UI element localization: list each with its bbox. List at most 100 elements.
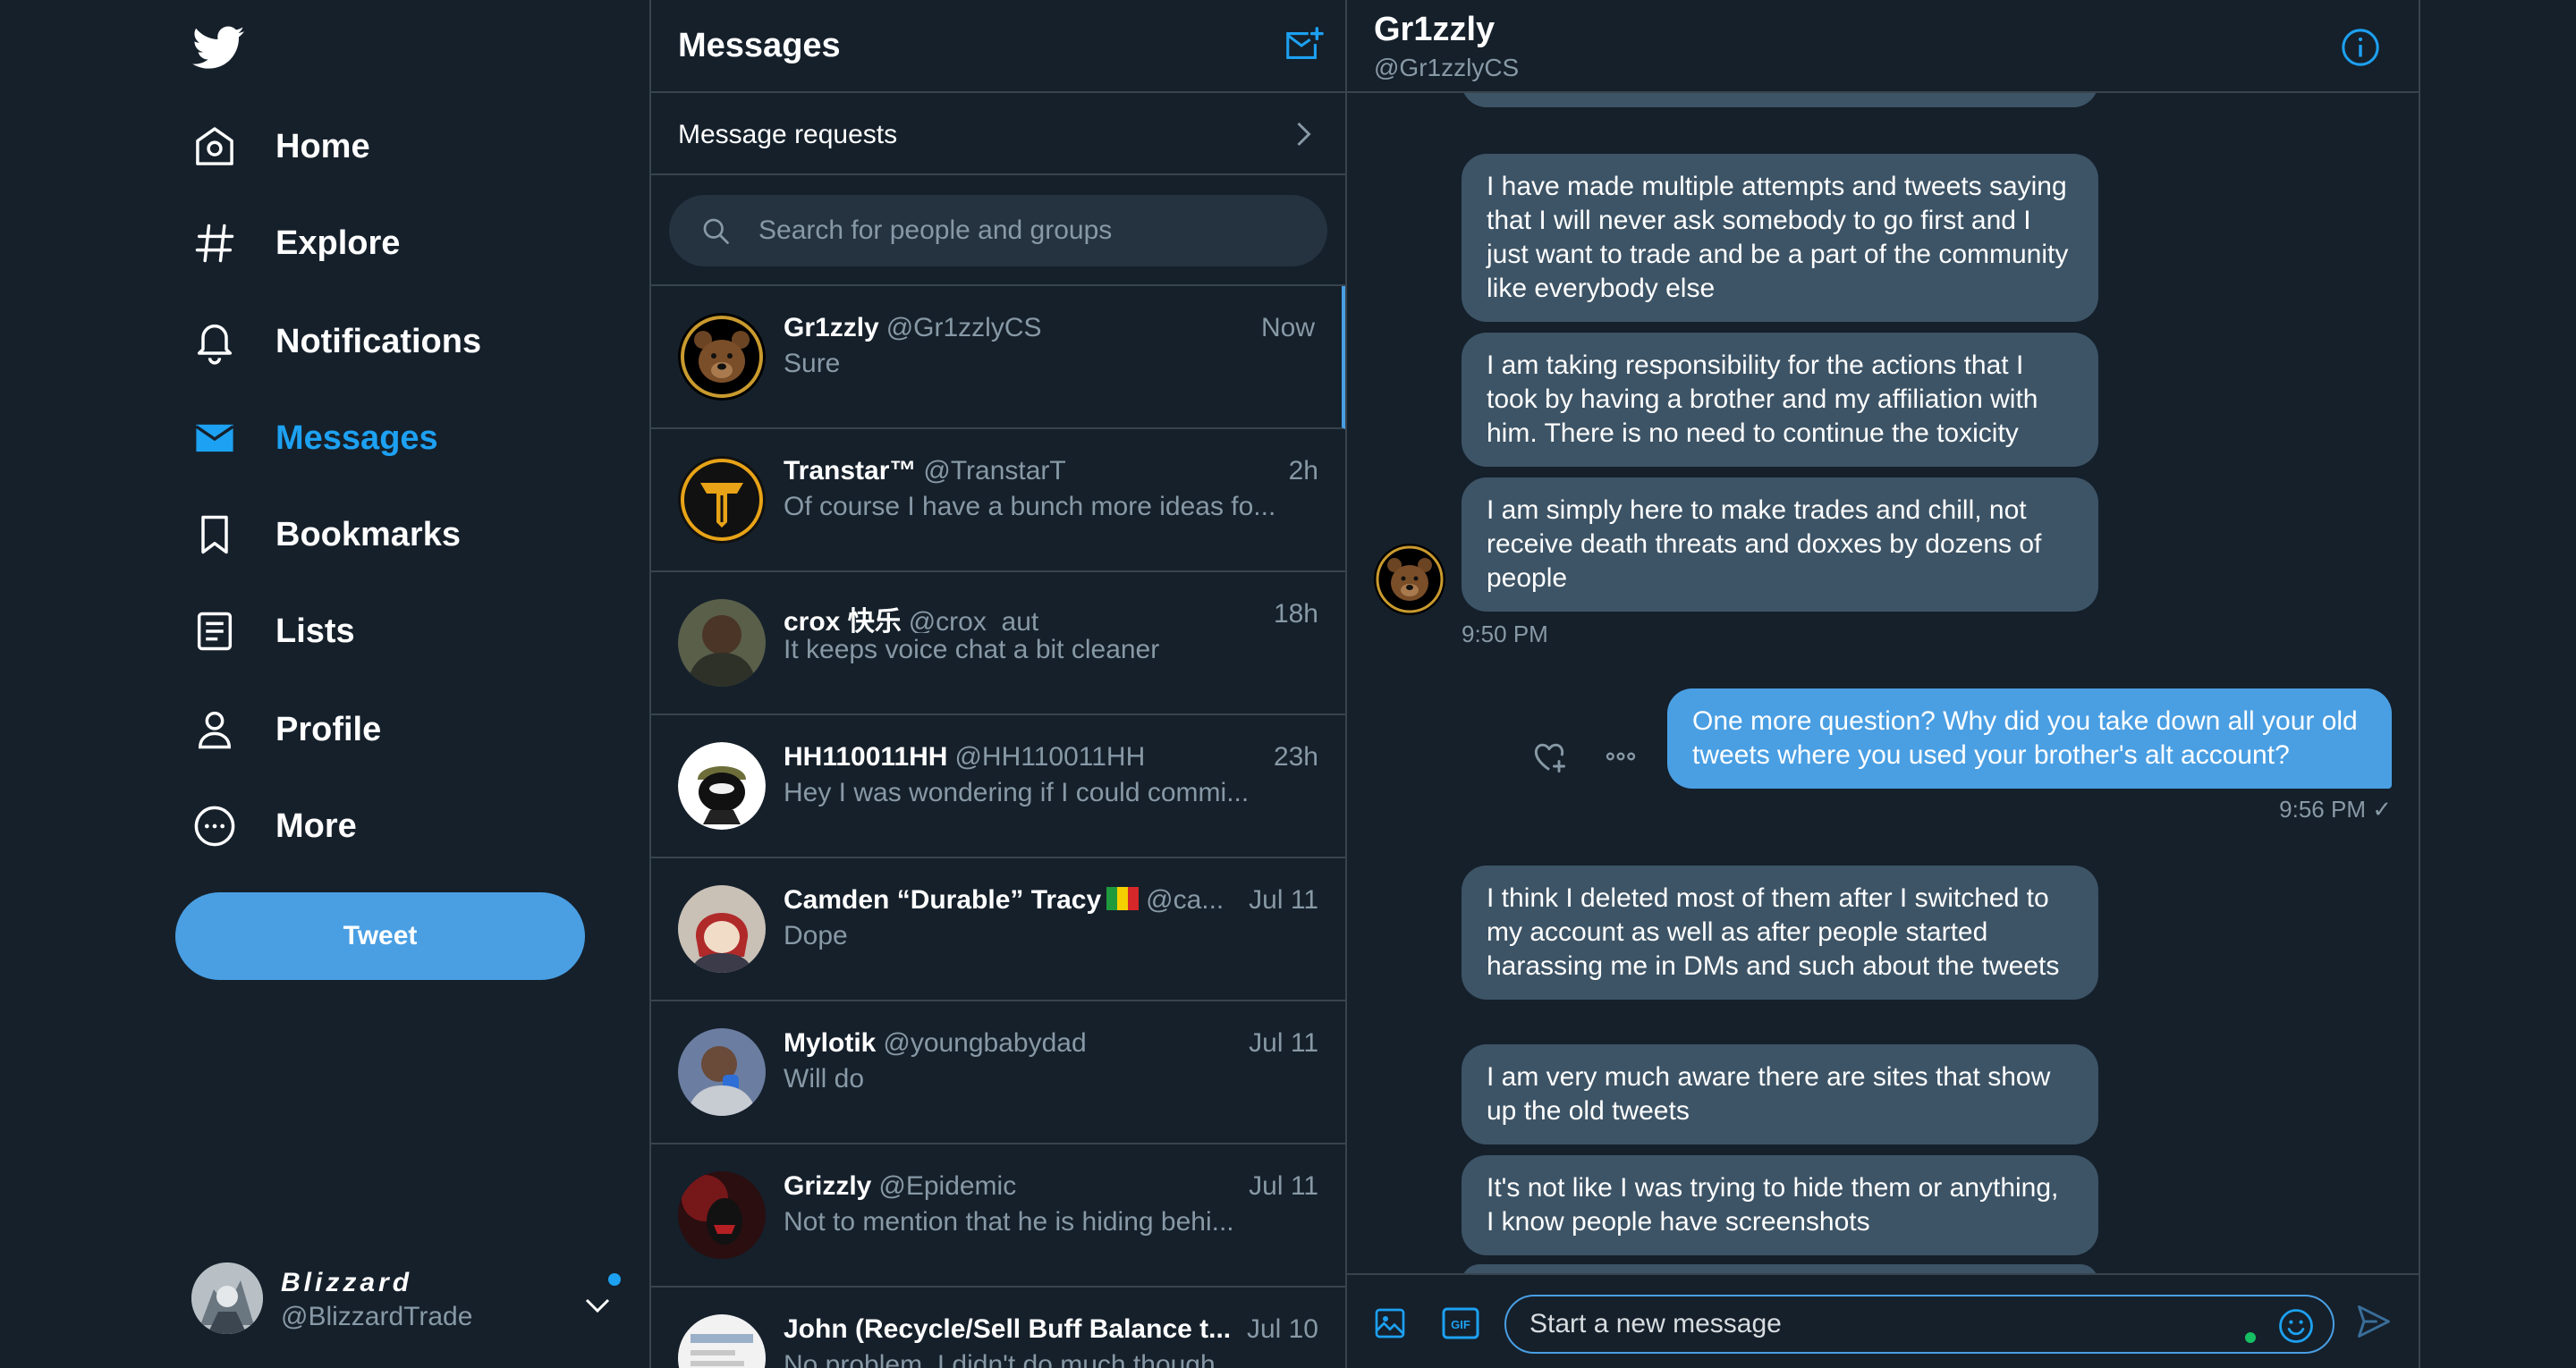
left-navigation: Home Explore Notifications Messages Book… xyxy=(0,0,649,1368)
conversation-header: Gr1zzly @Gr1zzlyCS xyxy=(1347,0,2419,93)
conversation-preview: Of course I have a bunch more ideas fo..… xyxy=(784,492,1276,521)
new-message-icon[interactable] xyxy=(1283,25,1324,66)
chevron-down-icon xyxy=(581,1289,614,1322)
chevron-right-icon xyxy=(1286,118,1318,150)
conversation-item[interactable]: John (Recycle/Sell Buff Balance t... Jul… xyxy=(651,1288,1345,1368)
conversation-time: 23h xyxy=(1273,742,1318,772)
send-icon[interactable] xyxy=(2354,1302,2394,1341)
avatar xyxy=(678,885,766,973)
conversation-handle: @ca... xyxy=(1146,885,1224,915)
avatar xyxy=(191,1262,263,1334)
message-timestamp: 9:56 PM ✓ xyxy=(2279,796,2392,823)
twitter-bird-logo-icon[interactable] xyxy=(191,21,247,73)
nav-lists[interactable]: Lists xyxy=(191,595,355,667)
conversation-handle: @youngbabydad xyxy=(883,1028,1087,1058)
person-icon xyxy=(191,706,238,753)
conversation-time: Jul 11 xyxy=(1249,1171,1318,1201)
nav-notifications-label: Notifications xyxy=(275,322,482,360)
page-margin xyxy=(2420,0,2576,1368)
nav-messages[interactable]: Messages xyxy=(191,402,438,474)
nav-profile[interactable]: Profile xyxy=(191,694,381,765)
conversation-handle: @Epidemic xyxy=(878,1171,1017,1201)
conversation-preview: Dope xyxy=(784,921,848,950)
conversation-list: Gr1zzly @Gr1zzlyCS Now Sure Transtar™ @Tra… xyxy=(651,286,1345,1368)
messages-panel: Messages Message requests Gr1zzly@Gr1zzl… xyxy=(649,0,1347,1368)
conversation-name: Mylotik xyxy=(784,1028,877,1058)
avatar[interactable] xyxy=(1374,544,1445,615)
avatar xyxy=(678,599,766,687)
page-title: Messages xyxy=(678,27,841,64)
message-bubble-outgoing[interactable]: One more question? Why did you take down… xyxy=(1667,688,2392,789)
message-requests-row[interactable]: Message requests xyxy=(651,93,1345,175)
tweet-button[interactable]: Tweet xyxy=(175,892,585,980)
more-circle-icon xyxy=(191,803,238,849)
info-icon[interactable] xyxy=(2340,27,2381,68)
message-bubble-incoming[interactable]: I think I deleted most of them after I s… xyxy=(1462,866,2098,1000)
add-reaction-heart-icon[interactable] xyxy=(1530,737,1569,776)
conversation-time: Jul 11 xyxy=(1249,885,1318,915)
conversation-item[interactable]: Mylotik @youngbabydad Jul 11 Will do xyxy=(651,1001,1345,1144)
conversation-time: 2h xyxy=(1288,456,1318,486)
hashtag-icon xyxy=(191,220,238,266)
gif-icon[interactable]: GIF xyxy=(1442,1305,1479,1341)
emoji-icon[interactable] xyxy=(2277,1307,2315,1345)
conversation-title: Transtar™ @TranstarT xyxy=(784,456,1267,490)
messages-header: Messages xyxy=(651,0,1345,93)
nav-bookmarks-label: Bookmarks xyxy=(275,515,461,553)
svg-text:GIF: GIF xyxy=(1451,1318,1470,1331)
conversation-preview: Will do xyxy=(784,1064,865,1094)
conversation-preview: Hey I was wondering if I could commi... xyxy=(784,778,1250,807)
conversation-title[interactable]: Gr1zzly xyxy=(1374,11,1495,49)
conversation-time: Now xyxy=(1260,313,1315,342)
nav-explore-label: Explore xyxy=(275,224,401,262)
conversation-item[interactable]: Transtar™ @TranstarT 2h Of course I have … xyxy=(651,429,1345,572)
conversation-title: Mylotik @youngbabydad xyxy=(784,1028,1267,1062)
conversation-time: 18h xyxy=(1273,599,1318,629)
nav-more[interactable]: More xyxy=(191,790,357,862)
conversation-item[interactable]: Grizzly @Epidemic Jul 11 Not to mention t… xyxy=(651,1144,1345,1288)
conversation-title: HH110011HH @HH110011HH xyxy=(784,742,1267,776)
conversation-handle: @HH110011HH xyxy=(954,742,1146,772)
message-bubble-incoming[interactable]: It's not like I was trying to hide them … xyxy=(1462,1155,2098,1255)
conversation-handle: @TranstarT xyxy=(923,456,1066,486)
message-bubble-incoming[interactable]: I am simply here to make trades and chil… xyxy=(1462,477,2098,612)
account-switcher[interactable]: Blizzard @BlizzardTrade xyxy=(191,1259,621,1339)
conversation-name: crox 快乐 xyxy=(784,607,902,633)
nav-notifications[interactable]: Notifications xyxy=(191,306,481,377)
avatar xyxy=(678,742,766,830)
search-area xyxy=(651,175,1345,286)
message-requests-label: Message requests xyxy=(678,120,898,149)
conversation-item[interactable]: crox 快乐 @crox_aut 18h It keeps voice chat… xyxy=(651,572,1345,715)
avatar xyxy=(678,456,766,544)
notification-dot xyxy=(608,1273,621,1286)
message-input[interactable] xyxy=(1528,1296,2207,1352)
message-bubble-incoming[interactable]: I have made multiple attempts and tweets… xyxy=(1462,154,2098,322)
more-options-icon[interactable] xyxy=(1601,739,1640,774)
conversation-preview: Sure xyxy=(784,349,841,378)
account-name: Blizzard xyxy=(281,1268,413,1297)
bell-icon xyxy=(191,318,238,365)
message-bubble-incoming[interactable]: I am very much aware there are sites tha… xyxy=(1462,1044,2098,1144)
conversation-item[interactable]: Gr1zzly @Gr1zzlyCS Now Sure xyxy=(651,286,1345,429)
bookmark-icon xyxy=(191,511,238,558)
image-icon[interactable] xyxy=(1372,1305,1408,1341)
conversation-time: Jul 11 xyxy=(1249,1028,1318,1058)
message-input-box[interactable] xyxy=(1504,1295,2334,1354)
message-timestamp: 9:50 PM xyxy=(1462,621,1548,647)
conversation-title: Camden “Durable” Tracy @ca... xyxy=(784,885,1267,919)
conversation-handle: @Gr1zzlyCS xyxy=(886,313,1042,342)
nav-explore[interactable]: Explore xyxy=(191,207,400,279)
conversation-handle: @Gr1zzlyCS xyxy=(1374,54,1520,81)
conversation-time: Jul 10 xyxy=(1246,1314,1318,1344)
search-box[interactable] xyxy=(669,195,1327,266)
nav-messages-label: Messages xyxy=(275,418,438,457)
envelope-icon xyxy=(191,415,238,461)
nav-home-label: Home xyxy=(275,127,370,165)
nav-home[interactable]: Home xyxy=(191,111,370,182)
conversation-item[interactable]: Camden “Durable” Tracy @ca... Jul 11 Dope xyxy=(651,858,1345,1001)
conversation-name: Camden “Durable” Tracy xyxy=(784,885,1102,915)
message-bubble-incoming[interactable]: I am taking responsibility for the actio… xyxy=(1462,333,2098,467)
search-input[interactable] xyxy=(757,195,1293,266)
conversation-item[interactable]: HH110011HH @HH110011HH 23h Hey I was wond… xyxy=(651,715,1345,858)
nav-bookmarks[interactable]: Bookmarks xyxy=(191,499,461,570)
